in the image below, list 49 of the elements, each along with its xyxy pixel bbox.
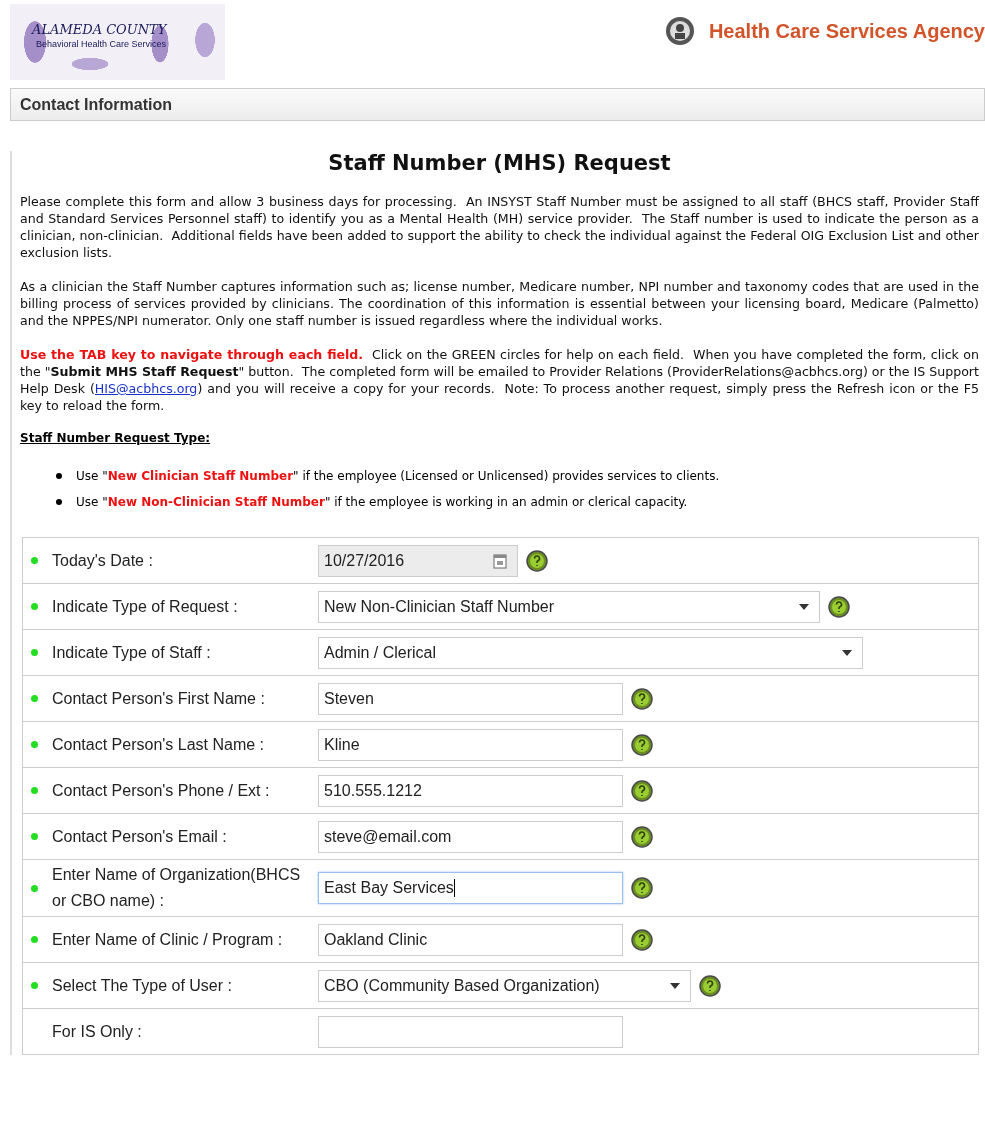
intro-paragraph: Please complete this form and allow 3 business days for processing. An INSYST Staff Number must be assigned to all staff (BHCS staff, Provider Staff and Standard Services Personnel staff) to identify you as a Mental Health (MH) service provider. The Staff number is used to indicate the person as a clinician, non-clinician. Additional fields have been added to support the ability to check the individual against the Federal OIG Exclusion List and other exclusion lists. [20,193,979,261]
calendar-icon[interactable] [493,552,507,569]
text-field[interactable] [318,1015,623,1048]
email-link[interactable]: HIS@acbhcs.org [94,381,198,396]
field-label: Today's Date : [52,550,153,571]
field-label: Select The Type of User : [52,975,232,996]
help-icon[interactable] [631,779,653,802]
text-field[interactable]: Kline [318,728,623,761]
field-label: Indicate Type of Request : [52,596,238,617]
section-title: Contact Information [20,95,172,114]
caret-icon [842,649,852,656]
request-type-heading: Staff Number Request Type: [20,431,212,445]
dropdown[interactable]: New Non-Clinician Staff Number [318,590,820,623]
help-icon[interactable] [828,595,850,618]
agency-name: Health Care Services Agency [708,19,985,43]
field-label: For IS Only : [52,1021,142,1042]
instructions-paragraph: Use the TAB key to navigate through each field. Click on the GREEN circles for help on each field. When you have completed the form, click on the "Submit MHS Staff Request" button. The completed form will be emailed to Provider Relations (ProviderRelations@acbhcs.org) or the IS Support Help Desk (HIS@acbhcs.org) and you will receive a copy for your records. Note: To process another request, simply press the Refresh icon or the F5 key to reload the form. [20,346,979,414]
caret-icon [799,603,809,610]
bullet-icon [56,499,62,505]
help-icon[interactable] [631,687,653,710]
caret-icon [670,982,680,989]
help-icon[interactable] [631,733,653,756]
dropdown[interactable]: Admin / Clerical [318,636,863,669]
bullet-text: Use "New Clinician Staff Number" if the employee (Licensed or Unlicensed) provides services to clients. [76,469,720,483]
bullet-text: Use "New Non-Clinician Staff Number" if the employee is working in an admin or clerical capacity. [76,495,688,509]
help-icon[interactable] [631,877,653,899]
page-title: Staff Number (MHS) Request [327,151,672,175]
field-label: Enter Name of Clinic / Program : [52,929,283,950]
field-label: Contact Person's First Name : [52,688,265,709]
text-field[interactable]: 510.555.1212 [318,774,623,807]
help-icon[interactable] [699,974,721,997]
field-label: Enter Name of Organization(BHCS or CBO name) : [52,865,302,911]
help-icon[interactable] [526,549,548,572]
logo-subtitle: Behavioral Health Care Services [36,39,167,49]
field-label: Contact Person's Email : [52,826,227,847]
logo-county: ALAMEDA COUNTY [32,22,167,37]
field-label: Indicate Type of Staff : [52,642,211,663]
text-field[interactable]: steve@email.com [318,820,623,853]
text-field[interactable]: Oakland Clinic [318,923,623,956]
intro-paragraph: As a clinician the Staff Number captures information such as; license number, Medicare number, NPI number and taxonomy codes that are used in the billing process of services provided by clinicians. The coordination of this information is essential between your licensing board, Medicare (Palmetto) and the NPPES/NPI numerator. Only one staff number is issued regardless where the individual works. [20,278,979,329]
text-field[interactable]: Steven [318,682,623,715]
help-icon[interactable] [631,928,653,951]
date-field[interactable]: 10/27/2016 [318,544,518,577]
help-icon[interactable] [631,825,653,848]
bullet-icon [56,473,62,479]
text-field[interactable]: East Bay Services [318,872,623,904]
field-label: Contact Person's Phone / Ext : [52,780,270,801]
dropdown[interactable]: CBO (Community Based Organization) [318,969,691,1002]
field-label: Contact Person's Last Name : [52,734,265,755]
